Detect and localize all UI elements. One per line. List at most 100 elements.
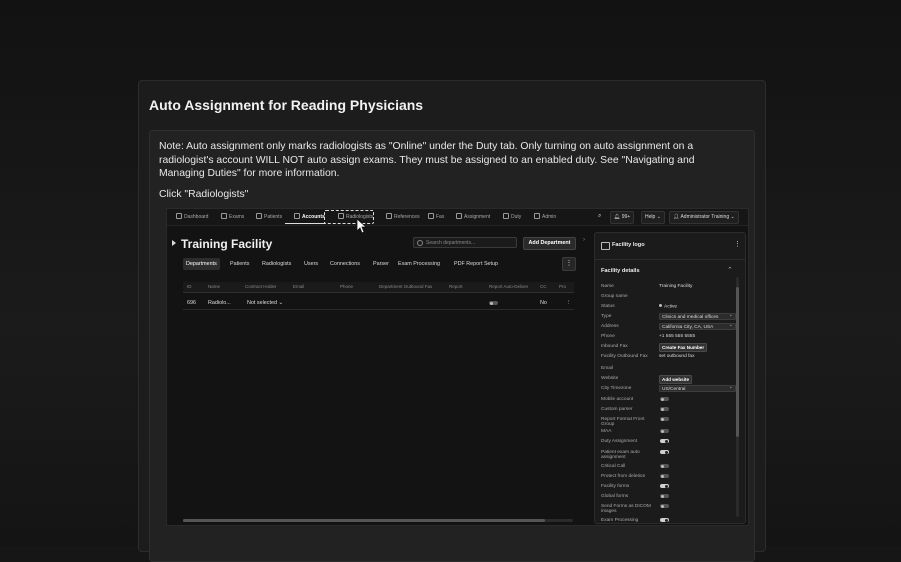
tab-patients[interactable]: Patients: [227, 258, 252, 270]
chevron-up-icon[interactable]: ⌃: [727, 266, 733, 274]
field-row: Inbound Fax Create Fax Number: [601, 343, 739, 354]
field-button[interactable]: Create Fax Number: [659, 343, 708, 352]
field-label: Group name: [601, 294, 628, 299]
field-label: Facility Outbound Fax: [601, 354, 648, 359]
tab-users[interactable]: Users: [301, 258, 321, 270]
field-label: Address: [601, 324, 619, 329]
tab-radiologists[interactable]: Radiologists: [259, 258, 294, 270]
column-header: Report: [449, 284, 463, 289]
select-field[interactable]: Clinics and medical offices: [659, 312, 736, 320]
expand-icon[interactable]: [172, 240, 176, 246]
column-header: Contract Holder: [245, 284, 277, 289]
nav-exams[interactable]: Exams: [221, 213, 244, 220]
nav-label: Accounts: [302, 214, 325, 220]
user-name: Administrator Training: [680, 214, 730, 220]
select-field[interactable]: US/Central: [659, 384, 736, 392]
status-dot-icon: [659, 304, 662, 307]
list-icon: [221, 213, 227, 219]
field-label: Status: [601, 304, 615, 309]
field-label: Inbound Fax: [601, 344, 628, 349]
column-header: Email: [293, 284, 305, 289]
toggle-switch[interactable]: [660, 397, 669, 401]
card-title: Auto Assignment for Reading Physicians: [149, 97, 424, 113]
toggle-switch[interactable]: [660, 464, 669, 468]
user-menu[interactable]: 👤︎ Administrator Training ⌄: [669, 211, 739, 224]
table-row[interactable]: 696 Radiolo... Not selected ⌄ No ⋮: [183, 297, 574, 310]
nav-accounts[interactable]: Accounts: [294, 213, 325, 220]
column-header: ID: [187, 284, 192, 289]
search-icon[interactable]: ⌕: [598, 213, 601, 220]
column-header: CC: [540, 284, 547, 289]
toggle-switch[interactable]: [660, 504, 669, 508]
field-label: Critical Call: [601, 464, 626, 469]
top-navigation: Dashboard Exams Patients Accounts Radiol…: [167, 209, 748, 226]
nav-admin[interactable]: Admin: [534, 213, 556, 220]
status-text: Active: [664, 304, 678, 310]
select-field[interactable]: California City, CA, USA: [659, 322, 736, 330]
notifications-button[interactable]: 🔔︎ 99+: [610, 211, 635, 224]
instruction-text: Click "Radiologists": [159, 189, 249, 200]
nav-patients[interactable]: Patients: [256, 213, 282, 220]
chevron-down-icon: ⌄: [730, 214, 735, 220]
toggle-switch[interactable]: [660, 494, 669, 498]
help-label: Help: [645, 214, 656, 220]
toggle-switch[interactable]: [660, 439, 669, 443]
contract-holder-value: Not selected: [247, 300, 277, 306]
nav-duty[interactable]: Duty: [503, 213, 521, 220]
toggle-switch[interactable]: [660, 450, 669, 454]
field-button[interactable]: Add website: [659, 375, 693, 384]
collapse-panel-icon[interactable]: ›: [583, 237, 585, 243]
field-label: City Timezone: [601, 386, 632, 391]
table-header: ID Name Contract Holder Email Phone Depa…: [183, 282, 574, 293]
more-options-button[interactable]: ⋮: [562, 257, 576, 271]
department-search-input[interactable]: Search departments...: [413, 237, 517, 248]
divider: [595, 259, 745, 260]
add-department-button[interactable]: Add Department: [523, 237, 576, 250]
toggle-switch[interactable]: [660, 407, 669, 411]
field-row: Exam Processing: [601, 518, 739, 523]
active-tab-indicator: [285, 223, 325, 224]
nav-dashboard[interactable]: Dashboard: [176, 213, 208, 220]
column-header: Name: [208, 284, 221, 289]
nav-references[interactable]: References: [386, 213, 420, 220]
scrollbar-thumb[interactable]: [183, 519, 545, 522]
gear-icon: [534, 213, 540, 219]
pointer-cursor-icon: [356, 218, 367, 234]
toggle-switch[interactable]: [660, 417, 669, 421]
scrollbar-thumb[interactable]: [736, 287, 739, 437]
nav-assignment[interactable]: Assignment: [456, 213, 490, 220]
notifications-count: 99+: [621, 214, 631, 220]
bell-icon: 🔔︎: [614, 214, 622, 220]
references-icon: [386, 213, 392, 219]
toggle-switch[interactable]: [660, 429, 669, 433]
toggle-switch[interactable]: [660, 484, 669, 488]
panel-menu-icon[interactable]: ⋮: [734, 240, 741, 248]
status-value: Active: [659, 304, 677, 310]
field-row: Group name: [601, 294, 739, 304]
cell-name[interactable]: Radiolo...: [208, 300, 231, 306]
tab-exam-processing[interactable]: Exam Processing: [395, 258, 443, 270]
field-value: Training Facility: [659, 284, 693, 289]
tab-parser[interactable]: Parser: [370, 258, 392, 270]
chevron-down-icon: ⌄: [656, 214, 661, 220]
field-row: Protect from deletion: [601, 474, 739, 484]
contract-holder-select[interactable]: Not selected ⌄: [247, 300, 283, 306]
field-row: MAA: [601, 429, 739, 439]
tab-connections[interactable]: Connections: [327, 258, 363, 270]
chevron-down-icon: ⌄: [278, 300, 283, 306]
auto-deliver-toggle[interactable]: [489, 301, 498, 305]
nav-label: Assignment: [464, 214, 491, 220]
row-menu-icon[interactable]: ⋮: [566, 300, 571, 306]
horizontal-scrollbar[interactable]: [183, 519, 573, 522]
field-row: Patient exam auto assignment: [601, 450, 739, 460]
nav-label: Admin: [542, 214, 557, 220]
tab-pdf-report-setup[interactable]: PDF Report Setup: [451, 258, 501, 270]
toggle-switch[interactable]: [660, 518, 669, 522]
nav-fax[interactable]: Fax: [428, 213, 444, 220]
vertical-scrollbar[interactable]: [736, 277, 739, 517]
field-value: set outbound fax: [659, 354, 695, 359]
toggle-switch[interactable]: [660, 474, 669, 478]
field-row: Address California City, CA, USA: [601, 322, 739, 334]
help-button[interactable]: Help ⌄: [641, 211, 665, 224]
tab-departments[interactable]: Departments: [183, 258, 220, 270]
